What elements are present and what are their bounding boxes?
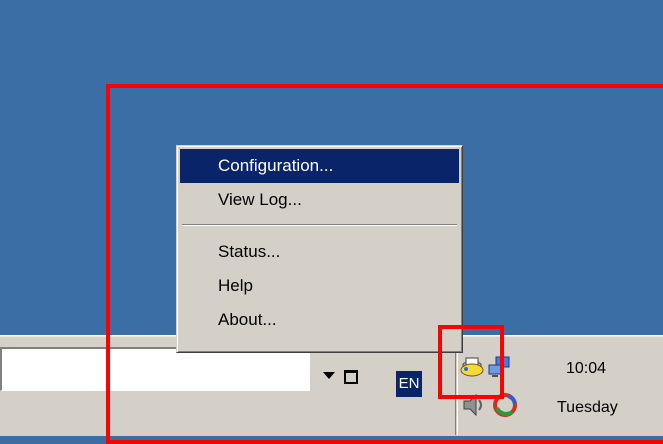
clock-day[interactable]: Tuesday (557, 399, 618, 417)
network-computers-icon[interactable] (486, 355, 512, 381)
clock-time[interactable]: 10:04 (566, 360, 606, 378)
printer-tray-icon[interactable] (460, 355, 486, 381)
menu-item-help[interactable]: Help (180, 269, 459, 303)
menu-item-about[interactable]: About... (180, 303, 459, 337)
language-indicator[interactable]: EN (396, 371, 422, 397)
menu-item-view-log[interactable]: View Log... (180, 183, 459, 217)
colorful-app-icon[interactable] (492, 392, 518, 418)
tray-context-menu: Configuration... View Log... Status... H… (176, 145, 463, 353)
address-bar-input[interactable] (0, 347, 310, 391)
menu-item-configuration[interactable]: Configuration... (180, 149, 459, 183)
menu-separator (182, 224, 457, 226)
toolbar-dropdown-arrow-icon[interactable] (323, 372, 335, 379)
menu-item-status[interactable]: Status... (180, 235, 459, 269)
speaker-icon[interactable] (460, 392, 486, 418)
toolbar-restore-icon[interactable] (344, 370, 358, 384)
